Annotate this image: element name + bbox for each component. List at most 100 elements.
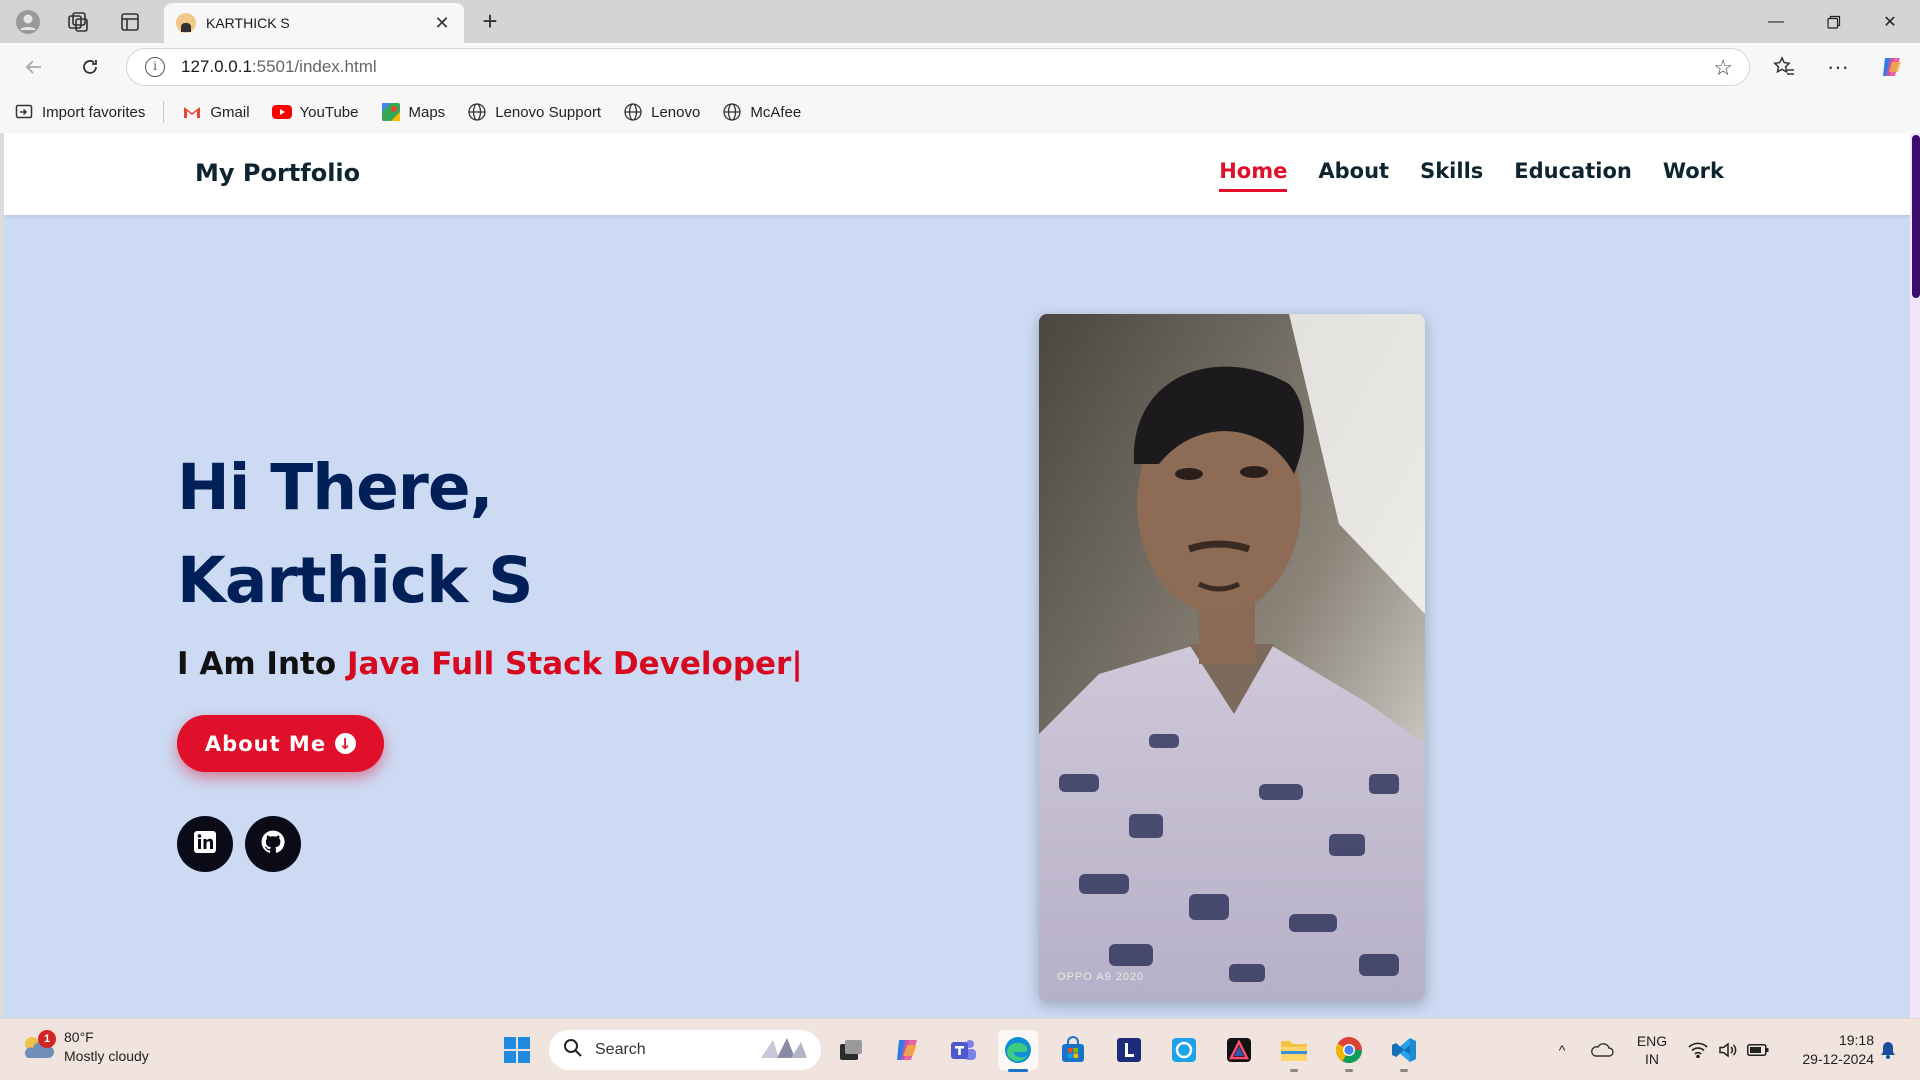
nav-work[interactable]: Work (1663, 159, 1724, 192)
site-header: My Portfolio Home About Skills Education… (4, 133, 1914, 215)
alexa-icon[interactable] (1164, 1030, 1204, 1070)
wifi-icon[interactable] (1684, 1019, 1712, 1080)
github-icon (260, 829, 286, 860)
gmail-icon (182, 102, 202, 122)
adobe-icon[interactable] (1219, 1030, 1259, 1070)
typed-role: Java Full Stack Developer| (346, 646, 803, 682)
active-tab[interactable]: KARTHICK S ✕ (164, 3, 464, 43)
site-nav: Home About Skills Education Work (1188, 159, 1724, 192)
volume-icon[interactable] (1714, 1019, 1742, 1080)
more-options-icon[interactable]: ··· (1822, 51, 1854, 83)
running-indicator (1400, 1069, 1408, 1072)
chrome-icon[interactable] (1329, 1030, 1369, 1072)
battery-icon[interactable] (1744, 1019, 1772, 1080)
language-indicator[interactable]: ENG IN (1628, 1019, 1676, 1080)
refresh-icon[interactable] (74, 51, 106, 83)
running-indicator (1290, 1069, 1298, 1072)
file-explorer-icon[interactable] (1274, 1030, 1314, 1072)
profile-photo: OPPO A9 2020 (1039, 314, 1425, 1001)
hero-name: Karthick S (177, 544, 534, 617)
favorite-youtube[interactable]: YouTube (271, 102, 359, 122)
hero-typed-text: I Am Into Java Full Stack Developer| (177, 646, 803, 682)
windows-taskbar: 1 80°F Mostly cloudy Search ^ ENG IN 19:… (0, 1018, 1920, 1080)
weather-temp: 80°F (64, 1029, 94, 1045)
favorite-label: McAfee (750, 103, 802, 121)
search-highlight-icon (757, 1034, 811, 1067)
favorite-mcafee[interactable]: McAfee (722, 102, 801, 122)
running-indicator (1008, 1069, 1028, 1072)
favorites-bar: Import favorites Gmail YouTube Maps Leno… (0, 91, 1920, 133)
about-me-button[interactable]: About Me ↓ (177, 715, 384, 772)
weather-desc: Mostly cloudy (64, 1048, 149, 1064)
favorite-label: Maps (408, 103, 446, 121)
linkedin-button[interactable] (177, 816, 233, 872)
photo-watermark: OPPO A9 2020 (1057, 971, 1145, 983)
nav-about[interactable]: About (1318, 159, 1389, 192)
maps-icon (381, 102, 401, 122)
workspaces-icon[interactable] (62, 6, 94, 38)
close-window-button[interactable]: ✕ (1862, 0, 1918, 43)
show-hidden-icons[interactable]: ^ (1548, 1019, 1576, 1080)
import-icon (14, 102, 34, 122)
start-button[interactable] (497, 1030, 537, 1070)
task-view-icon[interactable] (831, 1030, 871, 1070)
favorite-lenovo-support[interactable]: Lenovo Support (467, 102, 601, 122)
page-scrollbar[interactable] (1910, 133, 1920, 1018)
github-button[interactable] (245, 816, 301, 872)
vscode-icon[interactable] (1384, 1030, 1424, 1072)
url-host: 127.0.0.1 (181, 57, 252, 76)
clock-date: 29-12-2024 (1802, 1051, 1874, 1067)
notification-bell-icon[interactable] (1874, 1019, 1902, 1080)
copilot-icon[interactable] (1876, 51, 1908, 83)
search-placeholder: Search (595, 1041, 646, 1058)
globe-icon (467, 102, 487, 122)
url-path: :5501/index.html (251, 57, 377, 76)
lang-region: IN (1645, 1051, 1659, 1067)
running-indicator (1345, 1069, 1353, 1072)
address-row: i 127.0.0.1:5501/index.html ☆ ··· (0, 43, 1920, 91)
scrollbar-thumb[interactable] (1912, 135, 1920, 298)
clock[interactable]: 19:18 29-12-2024 (1778, 1019, 1874, 1080)
site-logo[interactable]: My Portfolio (195, 159, 360, 187)
arrow-down-circle-icon: ↓ (335, 733, 357, 754)
lang-primary: ENG (1636, 1033, 1668, 1049)
favorite-label: Gmail (210, 103, 250, 121)
edge-icon[interactable] (998, 1030, 1038, 1072)
address-bar[interactable]: i 127.0.0.1:5501/index.html ☆ (126, 48, 1750, 86)
tab-title: KARTHICK S (206, 15, 290, 31)
typed-prefix: I Am Into (177, 646, 347, 682)
store-icon[interactable] (1053, 1030, 1093, 1070)
globe-icon (722, 102, 742, 122)
minimize-button[interactable]: — (1748, 0, 1804, 43)
browser-tab-bar: KARTHICK S ✕ + — ✕ (0, 0, 1920, 43)
new-tab-button[interactable]: + (474, 6, 506, 38)
weather-widget[interactable]: 1 80°F Mostly cloudy (20, 1028, 149, 1066)
profile-icon[interactable] (12, 6, 44, 38)
favorite-star-icon[interactable]: ☆ (1713, 55, 1733, 81)
favorite-import[interactable]: Import favorites (14, 102, 145, 122)
favorite-label: Lenovo (651, 103, 701, 121)
teams-icon[interactable] (943, 1030, 983, 1070)
tab-actions-icon[interactable] (114, 6, 146, 38)
lenovo-vantage-icon[interactable] (1109, 1030, 1149, 1070)
nav-skills[interactable]: Skills (1420, 159, 1483, 192)
globe-icon (623, 102, 643, 122)
favorite-label: YouTube (299, 103, 359, 121)
close-tab-icon[interactable]: ✕ (432, 13, 452, 34)
favorite-lenovo[interactable]: Lenovo (623, 102, 700, 122)
favorite-label: Import favorites (42, 103, 146, 121)
favorite-label: Lenovo Support (495, 103, 602, 121)
nav-education[interactable]: Education (1514, 159, 1632, 192)
site-info-icon[interactable]: i (145, 57, 165, 77)
restore-button[interactable] (1806, 0, 1862, 43)
favorites-icon[interactable] (1768, 51, 1800, 83)
favorite-gmail[interactable]: Gmail (182, 102, 250, 122)
favorite-maps[interactable]: Maps (381, 102, 446, 122)
taskbar-search[interactable]: Search (549, 1030, 821, 1070)
clock-time: 19:18 (1838, 1032, 1874, 1048)
back-icon[interactable] (18, 51, 50, 83)
copilot-app-icon[interactable] (887, 1030, 927, 1070)
nav-home[interactable]: Home (1219, 159, 1288, 192)
youtube-icon (271, 102, 292, 122)
onedrive-icon[interactable] (1584, 1019, 1620, 1080)
